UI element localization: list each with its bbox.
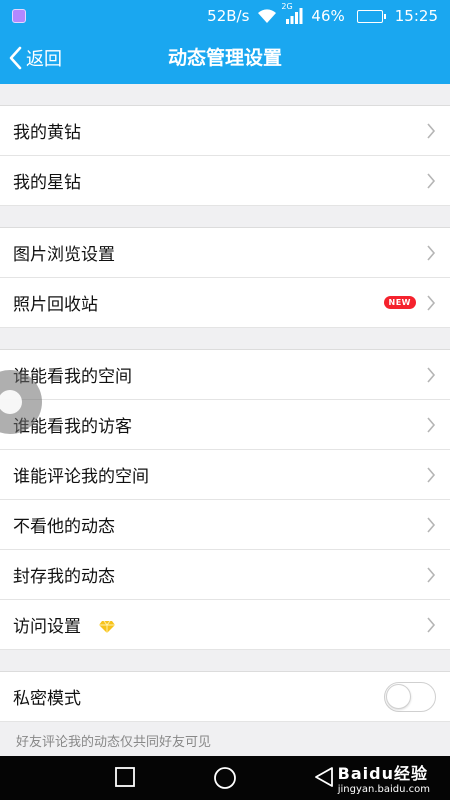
section-gap bbox=[0, 206, 450, 228]
watermark-url: jingyan.baidu.com bbox=[337, 784, 430, 795]
row-label: 访问设置 bbox=[13, 617, 81, 637]
row-my-yellow-diamond[interactable]: 我的黄钻 bbox=[0, 106, 450, 156]
yellow-diamond-icon bbox=[99, 620, 116, 633]
section-gap bbox=[0, 328, 450, 350]
new-badge: NEW bbox=[383, 296, 416, 309]
row-who-can-comment-my-space[interactable]: 谁能评论我的空间 bbox=[0, 450, 450, 500]
row-label: 谁能看我的访客 bbox=[13, 417, 132, 437]
row-label: 不看他的动态 bbox=[13, 517, 115, 537]
chevron-right-icon bbox=[427, 294, 436, 311]
chevron-left-icon bbox=[9, 46, 22, 70]
row-photo-browsing-settings[interactable]: 图片浏览设置 bbox=[0, 228, 450, 278]
network-type: 2G bbox=[281, 2, 293, 11]
row-photo-recycle-bin[interactable]: 照片回收站 NEW bbox=[0, 278, 450, 328]
row-who-can-see-my-visitors[interactable]: 谁能看我的访客 bbox=[0, 400, 450, 450]
row-label: 私密模式 bbox=[13, 689, 81, 709]
back-button[interactable]: 返回 bbox=[8, 32, 62, 84]
baidu-watermark: Baidu经验 bbox=[337, 764, 428, 783]
section-gap bbox=[0, 84, 450, 106]
row-label: 封存我的动态 bbox=[13, 567, 115, 587]
chevron-right-icon bbox=[427, 366, 436, 383]
row-label: 谁能看我的空间 bbox=[13, 367, 132, 387]
row-archive-my-updates[interactable]: 封存我的动态 bbox=[0, 550, 450, 600]
row-hide-their-updates[interactable]: 不看他的动态 bbox=[0, 500, 450, 550]
toggle-knob bbox=[386, 683, 411, 709]
clock-time: 15:25 bbox=[394, 7, 438, 25]
page-title: 动态管理设置 bbox=[167, 47, 282, 69]
chevron-right-icon bbox=[427, 122, 436, 139]
status-bar: 52B/s 2G 46% 15:25 bbox=[0, 0, 450, 32]
battery-icon bbox=[353, 9, 386, 23]
row-private-mode: 私密模式 bbox=[0, 672, 450, 722]
row-label: 图片浏览设置 bbox=[13, 245, 115, 265]
recents-icon[interactable] bbox=[114, 766, 136, 788]
network-speed: 52B/s bbox=[207, 7, 250, 25]
settings-list: 我的黄钻 我的星钻 图片浏览设置 照片回收站 NEW 谁能看我的空间 谁能看我的… bbox=[0, 84, 450, 756]
chevron-right-icon bbox=[427, 416, 436, 433]
battery-percent: 46% bbox=[311, 7, 345, 25]
back-label: 返回 bbox=[26, 49, 62, 70]
chevron-right-icon bbox=[427, 516, 436, 533]
nav-bar: 返回 动态管理设置 bbox=[0, 32, 450, 84]
chevron-right-icon bbox=[427, 244, 436, 261]
system-nav-bar: Baidu经验 jingyan.baidu.com bbox=[0, 756, 450, 800]
home-icon[interactable] bbox=[213, 766, 237, 790]
row-label: 我的星钻 bbox=[13, 173, 81, 193]
chevron-right-icon bbox=[427, 466, 436, 483]
row-label: 我的黄钻 bbox=[13, 123, 81, 143]
signal-icon: 2G bbox=[281, 2, 303, 24]
row-access-settings[interactable]: 访问设置 bbox=[0, 600, 450, 650]
row-label: 谁能评论我的空间 bbox=[13, 467, 149, 487]
wifi-icon bbox=[257, 8, 277, 24]
chevron-right-icon bbox=[427, 172, 436, 189]
row-who-can-see-my-space[interactable]: 谁能看我的空间 bbox=[0, 350, 450, 400]
private-mode-toggle[interactable] bbox=[384, 681, 436, 712]
row-label: 照片回收站 bbox=[13, 295, 98, 315]
app-notification-icon bbox=[12, 9, 26, 23]
chevron-right-icon bbox=[427, 566, 436, 583]
section-gap bbox=[0, 650, 450, 672]
chevron-right-icon bbox=[427, 616, 436, 633]
row-my-star-diamond[interactable]: 我的星钻 bbox=[0, 156, 450, 206]
back-triangle-icon[interactable] bbox=[313, 766, 335, 788]
private-mode-note: 好友评论我的动态仅共同好友可见 bbox=[16, 735, 212, 750]
